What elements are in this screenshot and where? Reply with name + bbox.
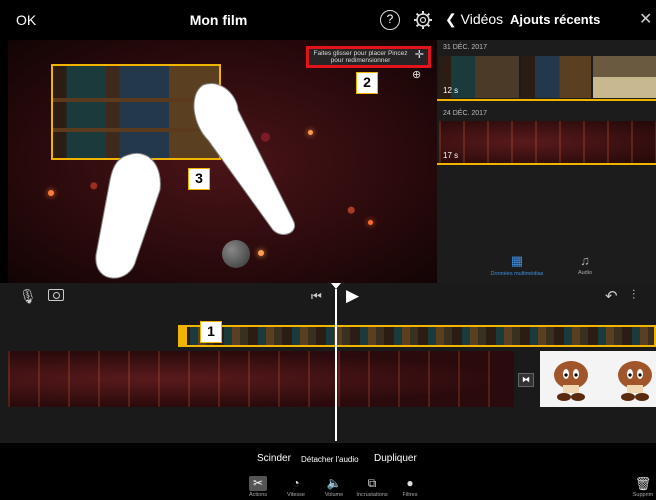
clip-thumbnail[interactable] [521, 56, 591, 98]
media-browser: ❮ Vidéos Ajouts récents ✕ 31 DÉC. 2017 1… [437, 0, 656, 283]
speaker-icon: 🔈 [326, 476, 342, 490]
clip-thumbnail[interactable] [593, 56, 656, 98]
playback-toolbar: 🎙 ⏮ ▶ ↶ ⫶ [0, 283, 656, 311]
edit-bar: Scinder Détacher l'audio Dupliquer ✂ Act… [0, 443, 656, 500]
overlay-clip-track[interactable] [178, 325, 656, 347]
tab-media[interactable]: ▦ Données multimédias [487, 253, 547, 277]
tool-speed[interactable]: ◔ Vitesse [278, 476, 314, 498]
hint-text: Faites glisser pour placer Pincez pour r… [313, 50, 408, 64]
close-icon[interactable]: ✕ [639, 9, 652, 29]
christmas-light [368, 220, 373, 225]
tool-label: Volume [324, 492, 344, 498]
zoom-icon[interactable]: ⊕ [412, 68, 426, 82]
music-note-icon: ♫ [580, 253, 590, 268]
goomba-clip[interactable] [540, 351, 656, 407]
goomba-figure [618, 361, 652, 401]
clip-row[interactable]: 17 s [439, 121, 656, 163]
callout-3: 3 [188, 168, 210, 190]
overlay-icon: ⧉ [367, 476, 377, 490]
microphone-icon[interactable]: 🎙 [19, 288, 37, 305]
transition-icon[interactable]: ⧓ [518, 373, 534, 387]
split-button[interactable]: Scinder [257, 453, 291, 464]
trim-handle[interactable] [180, 327, 187, 345]
tab-audio-label: Audio [577, 270, 593, 276]
scissors-icon: ✂ [249, 476, 267, 491]
timeline[interactable]: 1 ⧓ [0, 311, 656, 443]
playhead-line[interactable] [335, 289, 337, 441]
media-tabs: ▦ Données multimédias ♫ Audio [437, 248, 656, 283]
help-icon[interactable]: ? [380, 10, 400, 30]
group-date: 24 DÉC. 2017 [443, 110, 487, 117]
callout-1: 1 [200, 321, 222, 343]
delete-label: Supprim [632, 492, 654, 498]
filters-icon: ● [406, 476, 414, 490]
film-strip-icon: ▦ [510, 253, 524, 268]
play-icon[interactable]: ▶ [346, 286, 359, 306]
christmas-light [48, 190, 54, 196]
audio-waveform-icon[interactable]: ⫶ [632, 287, 635, 303]
tool-label: Incrustations [356, 492, 388, 498]
top-bar: OK Mon film ? [0, 0, 437, 40]
tool-filters[interactable]: ● Filtres [392, 476, 428, 498]
selection-bar [437, 163, 656, 165]
project-title: Mon film [189, 12, 248, 28]
move-icon[interactable]: ✛ [415, 50, 424, 61]
clip-thumbnail[interactable] [439, 121, 656, 163]
tool-label: Vitesse [287, 492, 305, 498]
detach-audio-button[interactable]: Détacher l'audio [301, 455, 359, 464]
back-button[interactable]: ❮ Vidéos [445, 11, 503, 28]
tool-label: Filtres [402, 492, 418, 498]
video-preview[interactable]: 3 Faites glisser pour placer Pincez pour… [8, 40, 437, 283]
christmas-light [308, 130, 313, 135]
goomba-figure [554, 361, 588, 401]
overlay-hint-banner: Faites glisser pour placer Pincez pour r… [306, 46, 431, 68]
tool-label: Actions [248, 492, 268, 498]
tool-volume[interactable]: 🔈 Volume [316, 476, 352, 498]
media-browser-title: Ajouts récents [510, 12, 601, 27]
gear-icon[interactable] [412, 9, 434, 31]
clip-duration: 17 s [443, 151, 459, 160]
tab-media-label: Données multimédias [490, 271, 544, 277]
callout-2: 2 [356, 72, 378, 94]
tab-audio[interactable]: ♫ Audio [555, 253, 615, 276]
clip-duration: 12 s [443, 86, 459, 95]
selection-bar [437, 99, 656, 101]
trash-icon: 🗑 [634, 476, 652, 491]
media-browser-header: ❮ Vidéos Ajouts récents ✕ [437, 0, 656, 40]
tool-actions[interactable]: ✂ Actions [240, 476, 276, 498]
main-video-clip[interactable] [8, 351, 514, 407]
undo-icon[interactable]: ↶ [605, 287, 618, 305]
camera-icon[interactable] [48, 289, 64, 301]
back-label: Vidéos [460, 11, 504, 27]
group-date: 31 DÉC. 2017 [443, 44, 487, 51]
clip-row[interactable]: 12 s [439, 56, 656, 98]
duplicate-button[interactable]: Dupliquer [374, 453, 417, 464]
skip-back-icon[interactable]: ⏮ [311, 289, 322, 304]
tool-overlays[interactable]: ⧉ Incrustations [354, 476, 390, 498]
delete-button[interactable]: 🗑 Supprim [630, 476, 656, 498]
speedometer-icon: ◔ [292, 476, 300, 490]
